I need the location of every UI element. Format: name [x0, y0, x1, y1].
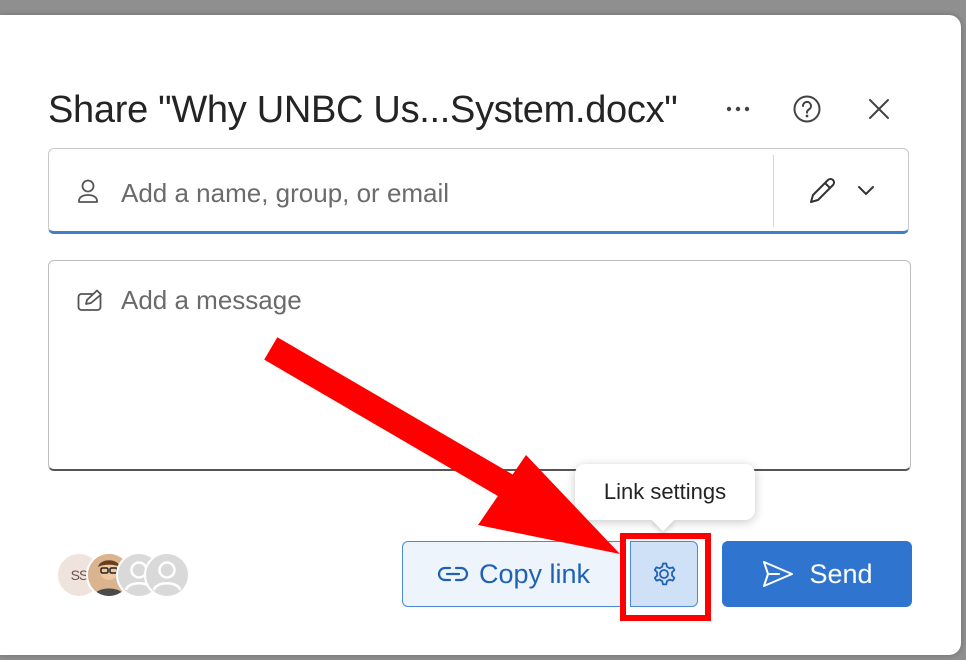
- link-icon: [437, 566, 469, 582]
- more-horizontal-icon: [726, 106, 750, 112]
- message-placeholder: Add a message: [121, 285, 302, 315]
- link-settings-tooltip: Link settings: [575, 464, 755, 532]
- shared-with-avatars[interactable]: SS: [56, 552, 196, 600]
- permission-dropdown[interactable]: [793, 169, 905, 213]
- compose-icon: [77, 289, 102, 311]
- avatar-placeholder: [144, 552, 190, 598]
- person-icon: [78, 179, 98, 203]
- close-icon: [869, 99, 889, 119]
- send-label: Send: [809, 558, 873, 589]
- chevron-down-icon: [858, 186, 874, 196]
- field-divider: [773, 155, 774, 227]
- help-circle-icon: [793, 95, 821, 123]
- gear-icon: [653, 562, 676, 586]
- pencil-edit-icon: [810, 177, 836, 203]
- send-icon: [763, 561, 794, 587]
- more-options-button[interactable]: [720, 91, 756, 127]
- tooltip-text: Link settings: [603, 479, 727, 504]
- message-input[interactable]: Add a message: [48, 260, 911, 471]
- copy-link-button[interactable]: Copy link: [402, 541, 624, 607]
- send-button[interactable]: Send: [722, 541, 912, 607]
- close-button[interactable]: [861, 91, 897, 127]
- recipient-placeholder: Add a name, group, or email: [121, 178, 450, 208]
- recipient-input[interactable]: Add a name, group, or email: [48, 148, 909, 234]
- link-settings-button[interactable]: [630, 541, 698, 607]
- dialog-title: Share "Why UNBC Us...System.docx": [48, 89, 678, 131]
- copy-link-label: Copy link: [478, 558, 591, 589]
- help-button[interactable]: [789, 91, 825, 127]
